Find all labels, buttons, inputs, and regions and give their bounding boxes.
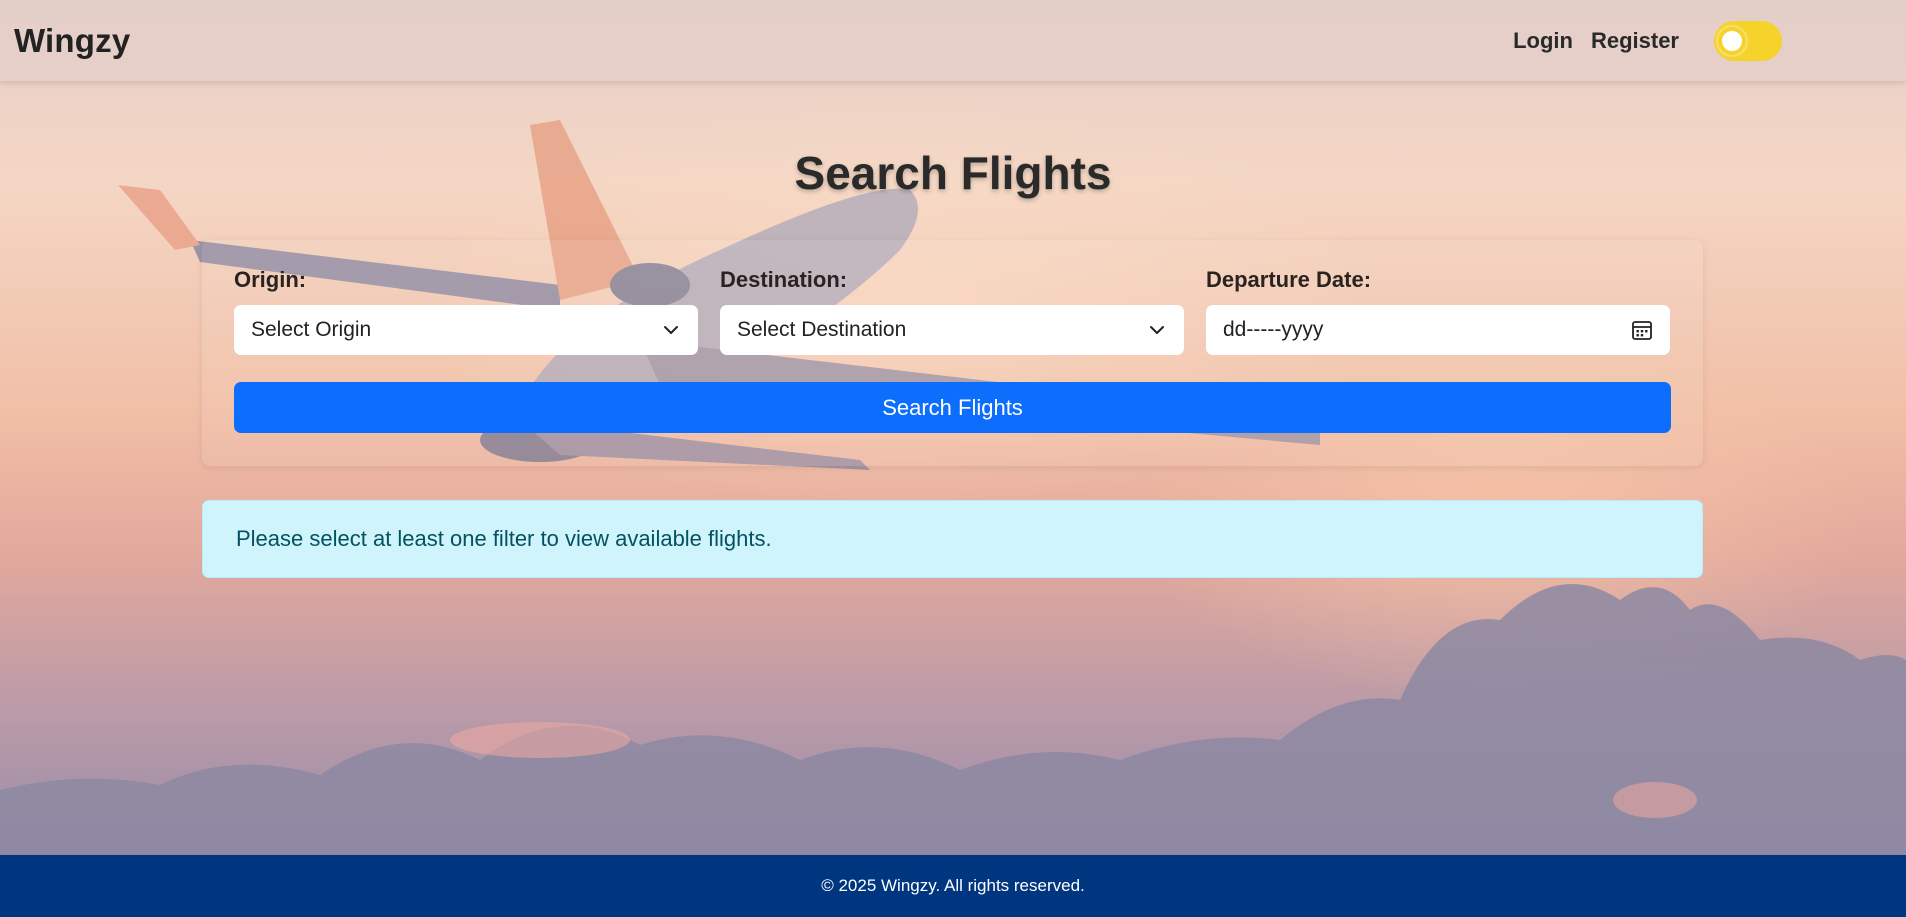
origin-field: Origin: Select Origin [234, 267, 698, 355]
origin-select-value: Select Origin [251, 318, 372, 341]
origin-select[interactable]: Select Origin [234, 305, 698, 355]
nav-links: Login Register [1495, 20, 1782, 61]
brand-logo[interactable]: Wingzy [14, 22, 130, 60]
departure-date-label: Departure Date: [1206, 267, 1372, 292]
login-link[interactable]: Login [1513, 28, 1573, 54]
destination-select-value: Select Destination [737, 318, 907, 341]
page-title: Search Flights [794, 147, 1112, 199]
destination-field: Destination: Select Destination [720, 267, 1184, 355]
clouds-illustration [0, 584, 1906, 855]
search-flights-button[interactable]: Search Flights [234, 382, 1671, 433]
theme-toggle[interactable] [1714, 20, 1782, 61]
chevron-down-icon [1150, 326, 1164, 334]
footer: © 2025 Wingzy. All rights reserved. [0, 855, 1906, 917]
register-link[interactable]: Register [1591, 28, 1679, 54]
navbar: Wingzy Login Register [0, 0, 1906, 81]
toggle-knob [1718, 26, 1746, 55]
chevron-down-icon [664, 326, 678, 334]
origin-label: Origin: [234, 267, 307, 292]
info-alert: Please select at least one filter to vie… [202, 500, 1703, 578]
departure-date-input[interactable]: dd-----yyyy [1206, 305, 1670, 355]
departure-date-placeholder: dd-----yyyy [1223, 318, 1324, 341]
departure-date-field: Departure Date: dd-----yyyy [1206, 267, 1670, 355]
copyright-text: © 2025 Wingzy. All rights reserved. [821, 876, 1085, 895]
destination-label: Destination: [720, 267, 848, 292]
destination-select[interactable]: Select Destination [720, 305, 1184, 355]
search-form-card: Origin: Select Origin Destination: Selec… [202, 240, 1703, 466]
calendar-icon[interactable] [1631, 319, 1653, 341]
